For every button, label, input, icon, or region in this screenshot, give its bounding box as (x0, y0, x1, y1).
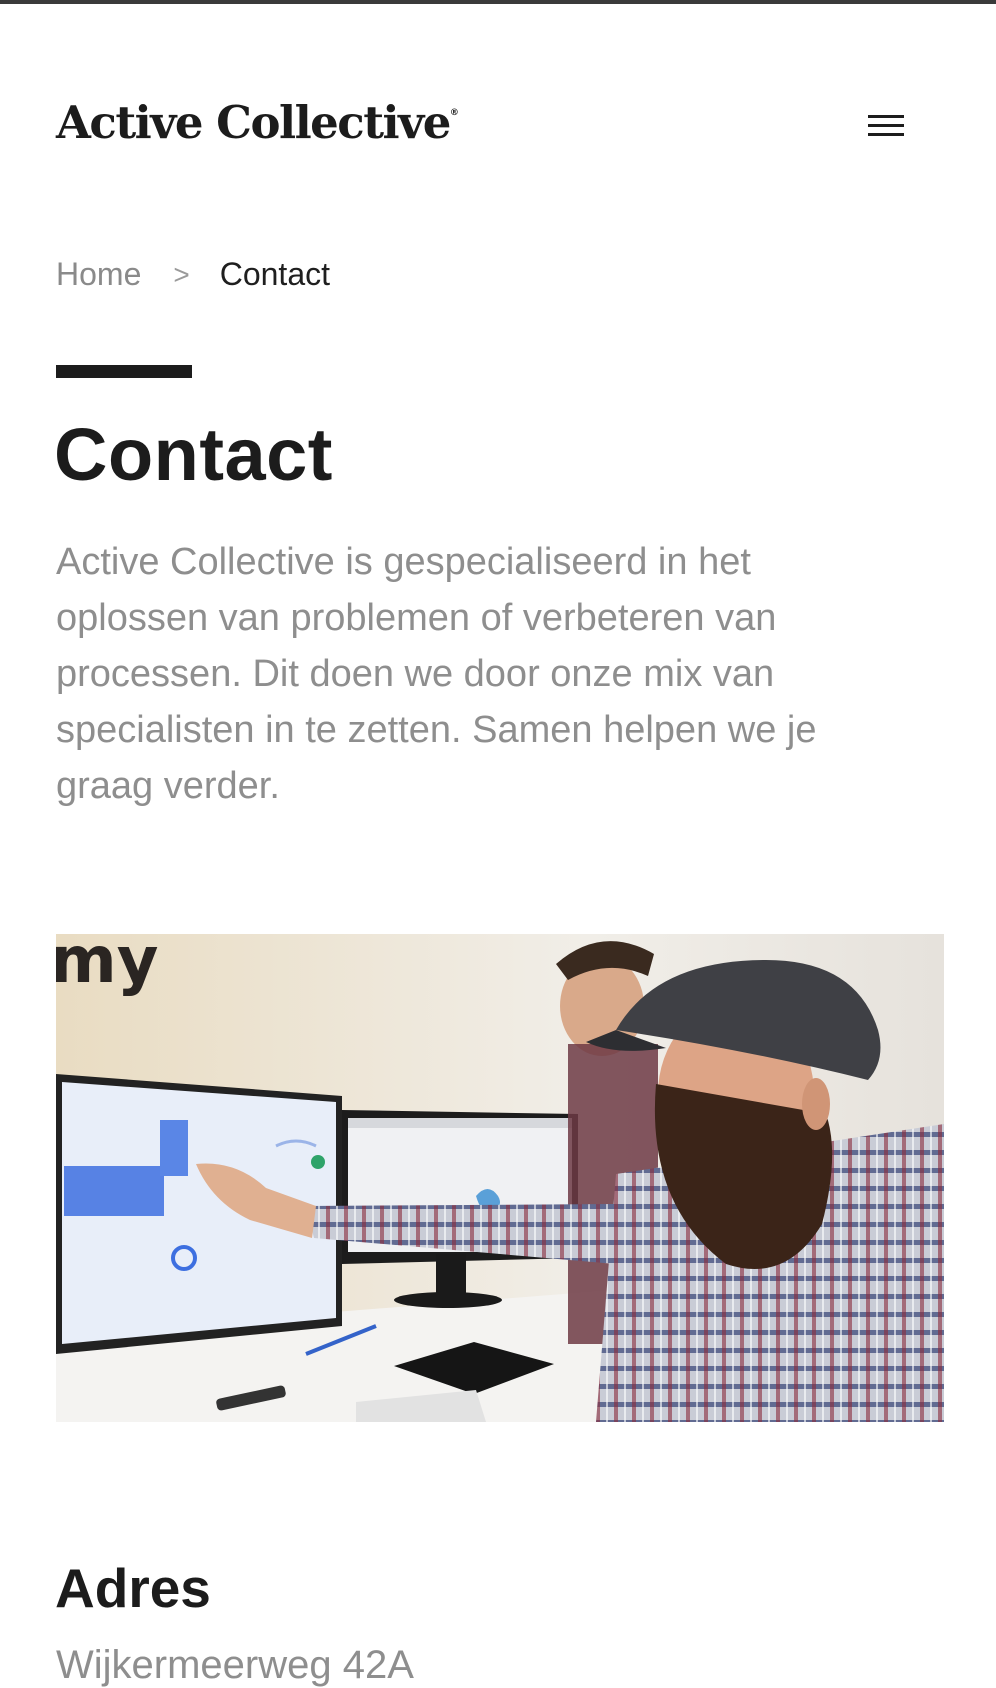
page-title: Contact (54, 413, 333, 496)
svg-text:my: my (56, 934, 158, 998)
breadcrumb-home-link[interactable]: Home (56, 256, 141, 293)
hamburger-menu-icon[interactable] (862, 110, 906, 146)
breadcrumb-separator: > (173, 258, 190, 290)
logo-text: Active Collective (56, 96, 451, 149)
intro-text: Active Collective is gespecialiseerd in … (56, 541, 817, 807)
address-street: Wijkermeerweg 42A (56, 1643, 414, 1687)
address-heading: Adres (55, 1557, 211, 1619)
team-photo: my (56, 934, 944, 1422)
breadcrumb-current: Contact (219, 256, 330, 292)
title-accent-bar (56, 365, 192, 378)
logo[interactable]: Active Collective® (56, 96, 459, 149)
breadcrumb: Home > Contact (56, 256, 330, 293)
registered-mark: ® (449, 108, 459, 118)
top-border (0, 0, 996, 4)
